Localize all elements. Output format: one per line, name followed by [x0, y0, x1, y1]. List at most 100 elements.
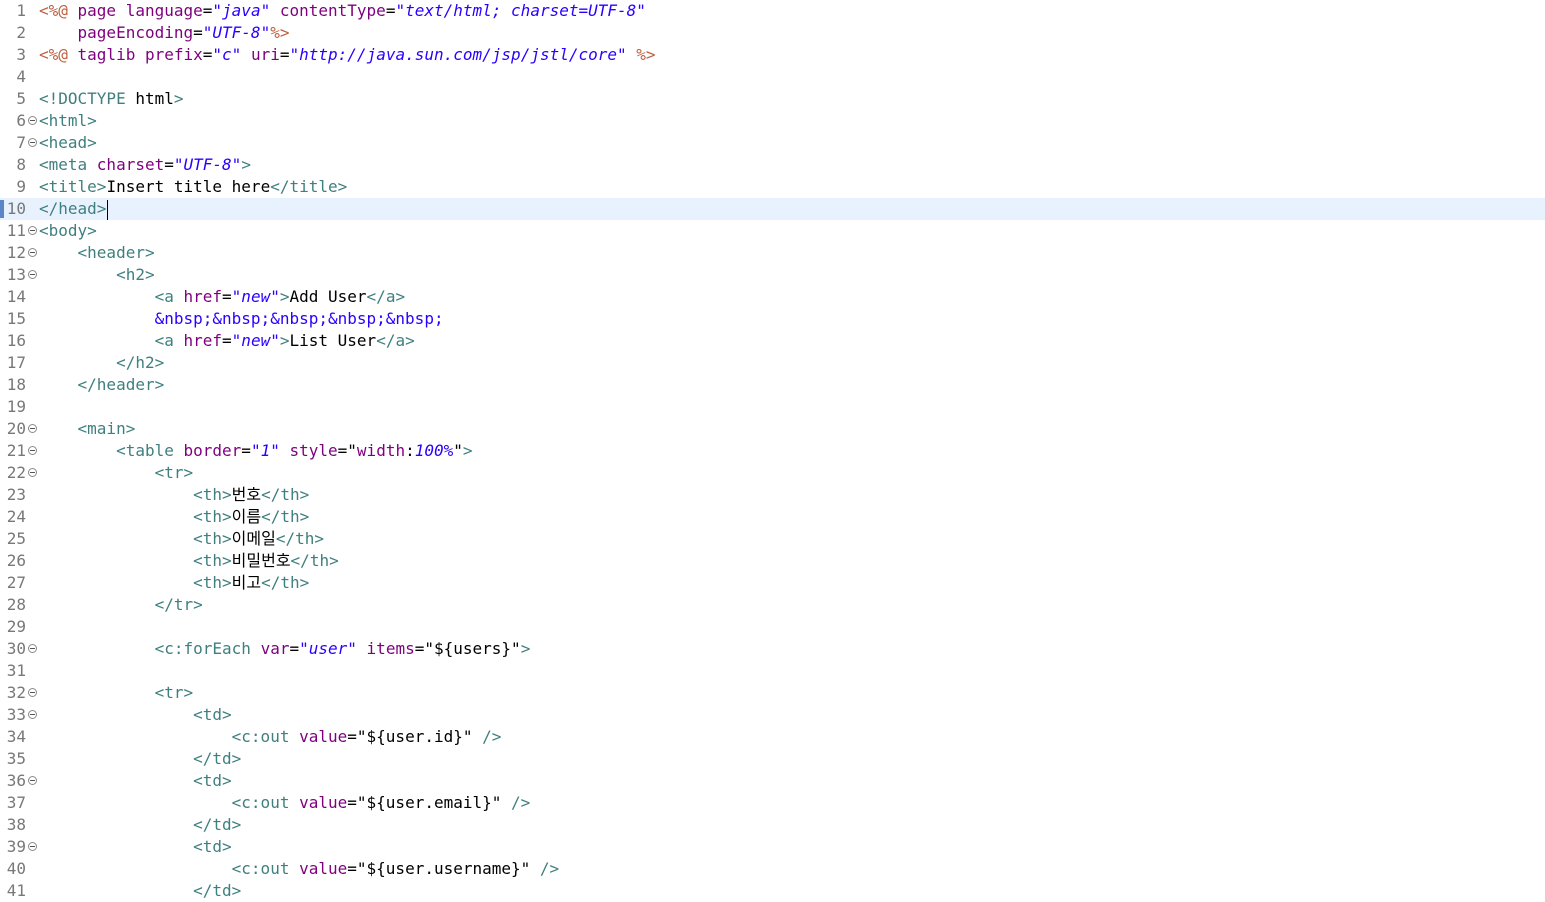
code-line[interactable]: 32 <tr> [0, 682, 1545, 704]
code-line[interactable]: 36 <td> [0, 770, 1545, 792]
code-text: </head> [39, 198, 109, 220]
fold-collapse-icon[interactable] [28, 644, 37, 653]
code-line[interactable]: 4 [0, 66, 1545, 88]
line-number: 38 [6, 815, 26, 834]
code-line[interactable]: 13 <h2> [0, 264, 1545, 286]
code-token: : [405, 441, 415, 460]
code-token: </th> [261, 507, 310, 526]
code-token: href [183, 331, 223, 350]
code-token: taglib [77, 45, 145, 64]
code-token: <th> [193, 573, 232, 592]
code-line[interactable]: 25 <th>이메일</th> [0, 528, 1545, 550]
line-number: 17 [6, 353, 26, 372]
code-line[interactable]: 21 <table border="1" style="width:100%"> [0, 440, 1545, 462]
code-text: <body> [39, 220, 97, 242]
code-line[interactable]: 28 </tr> [0, 594, 1545, 616]
fold-collapse-icon[interactable] [28, 270, 37, 279]
code-line[interactable]: 14 <a href="new">Add User</a> [0, 286, 1545, 308]
code-line[interactable]: 37 <c:out value="${user.email}" /> [0, 792, 1545, 814]
line-gutter: 6 [0, 110, 38, 132]
code-token: "1" [250, 441, 280, 460]
code-token: Add User [289, 287, 367, 306]
code-token: =" [337, 441, 357, 460]
line-number: 32 [6, 683, 26, 702]
code-token: pageEncoding [77, 23, 194, 42]
code-line[interactable]: 34 <c:out value="${user.id}" /> [0, 726, 1545, 748]
fold-collapse-icon[interactable] [28, 776, 37, 785]
code-line[interactable]: 8 <meta charset="UTF-8"> [0, 154, 1545, 176]
code-line[interactable]: 15 &nbsp;&nbsp;&nbsp;&nbsp;&nbsp; [0, 308, 1545, 330]
line-number: 34 [6, 727, 26, 746]
line-number: 22 [6, 463, 26, 482]
code-line[interactable]: 31 [0, 660, 1545, 682]
code-text: <meta charset="UTF-8"> [39, 154, 251, 176]
code-line[interactable]: 24 <th>이름</th> [0, 506, 1545, 528]
code-line[interactable]: 19 [0, 396, 1545, 418]
code-token: <meta [39, 155, 97, 174]
code-line[interactable]: 40 <c:out value="${user.username}" /> [0, 858, 1545, 880]
code-token: ${user.id} [366, 727, 463, 746]
fold-collapse-icon[interactable] [28, 226, 37, 235]
code-line[interactable]: 39 <td> [0, 836, 1545, 858]
fold-collapse-icon[interactable] [28, 842, 37, 851]
fold-collapse-icon[interactable] [28, 138, 37, 147]
code-line[interactable]: 18 </header> [0, 374, 1545, 396]
fold-collapse-icon[interactable] [28, 248, 37, 257]
code-token: = [279, 45, 290, 64]
code-token: <!DOCTYPE [39, 89, 136, 108]
line-number: 35 [6, 749, 26, 768]
code-line[interactable]: 17 </h2> [0, 352, 1545, 374]
line-gutter: 32 [0, 682, 38, 704]
code-line[interactable]: 16 <a href="new">List User</a> [0, 330, 1545, 352]
code-line[interactable]: 30 <c:forEach var="user" items="${users}… [0, 638, 1545, 660]
line-gutter: 25 [0, 528, 38, 550]
line-number: 40 [6, 859, 26, 878]
code-token: 비고 [231, 573, 262, 592]
fold-collapse-icon[interactable] [28, 710, 37, 719]
code-token: <c:out [231, 727, 300, 746]
code-line[interactable]: 1 <%@ page language="java" contentType="t… [0, 0, 1545, 22]
code-line[interactable]: 33 <td> [0, 704, 1545, 726]
code-line[interactable]: 11 <body> [0, 220, 1545, 242]
code-line[interactable]: 5 <!DOCTYPE html> [0, 88, 1545, 110]
code-token: </a> [376, 331, 415, 350]
fold-collapse-icon[interactable] [28, 446, 37, 455]
code-line[interactable]: 6 <html> [0, 110, 1545, 132]
code-line[interactable]: 3 <%@ taglib prefix="c" uri="http://java.… [0, 44, 1545, 66]
code-line[interactable]: 7 <head> [0, 132, 1545, 154]
code-line[interactable]: 38 </td> [0, 814, 1545, 836]
code-line[interactable]: 35 </td> [0, 748, 1545, 770]
code-token: "c" [212, 45, 242, 64]
fold-collapse-icon[interactable] [28, 424, 37, 433]
fold-collapse-icon[interactable] [28, 468, 37, 477]
code-line[interactable]: 26 <th>비밀번호</th> [0, 550, 1545, 572]
fold-collapse-icon[interactable] [28, 688, 37, 697]
line-gutter: 31 [0, 660, 38, 682]
code-editor[interactable]: 1 <%@ page language="java" contentType="t… [0, 0, 1545, 900]
code-line[interactable]: 27 <th>비고</th> [0, 572, 1545, 594]
code-line[interactable]: 9 <title>Insert title here</title> [0, 176, 1545, 198]
fold-collapse-icon[interactable] [28, 116, 37, 125]
code-token: "user" [299, 639, 357, 658]
code-text: <td> [39, 836, 232, 858]
line-gutter: 19 [0, 396, 38, 418]
code-line[interactable]: 10 </head> [0, 198, 1545, 220]
code-line[interactable]: 22 <tr> [0, 462, 1545, 484]
code-token: </td> [193, 815, 242, 834]
code-line[interactable]: 12 <header> [0, 242, 1545, 264]
code-line[interactable]: 29 [0, 616, 1545, 638]
line-number: 23 [6, 485, 26, 504]
code-line[interactable]: 2 pageEncoding="UTF-8"%> [0, 22, 1545, 44]
code-line[interactable]: 20 <main> [0, 418, 1545, 440]
code-line[interactable]: 23 <th>번호</th> [0, 484, 1545, 506]
